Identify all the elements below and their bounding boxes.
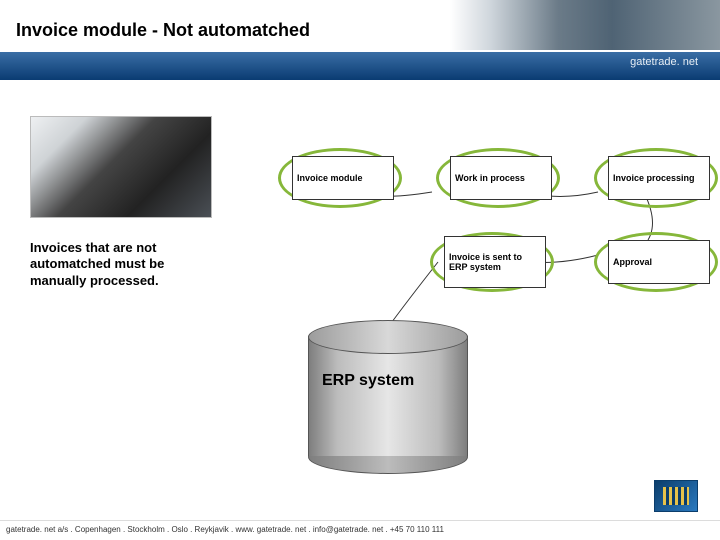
brand-bar [0,52,720,80]
brand-text: gatetrade. net [630,56,698,68]
brand-logo [654,480,698,512]
slide: Invoice module - Not automatched gatetra… [0,0,720,540]
keyboard-photo [30,116,212,218]
explain-text: Invoices that are not automatched must b… [30,240,215,289]
footer-text: gatetrade. net a/s . Copenhagen . Stockh… [0,520,720,540]
step-work-in-process: Work in process [450,156,552,200]
step-invoice-processing: Invoice processing [608,156,710,200]
step-invoice-module: Invoice module [292,156,394,200]
step-approval: Approval [608,240,710,284]
page-title: Invoice module - Not automatched [16,20,310,41]
erp-cylinder-top [308,320,468,354]
header-photo [450,0,720,50]
step-sent-to-erp: Invoice is sent to ERP system [444,236,546,288]
erp-cylinder-body [308,336,468,456]
erp-cylinder-label: ERP system [322,372,414,390]
